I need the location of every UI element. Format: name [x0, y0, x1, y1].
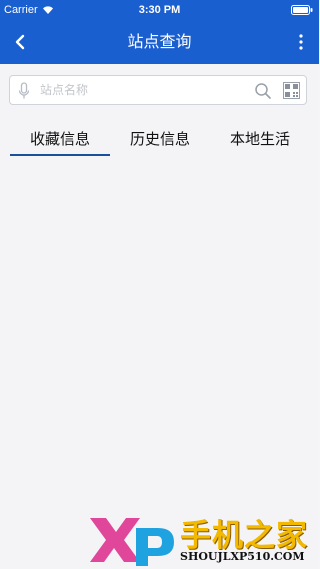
app-screen: Carrier 3:30 PM 站点查询 站点名称 收藏信息 历史信息 本地生活… [0, 0, 319, 569]
active-tab-indicator [10, 154, 110, 156]
tab-favorites[interactable]: 收藏信息 [10, 124, 110, 156]
search-icon[interactable] [254, 82, 272, 100]
status-bar: Carrier 3:30 PM [0, 0, 319, 20]
microphone-icon[interactable] [18, 82, 30, 100]
more-menu-button[interactable] [293, 30, 309, 54]
watermark: 手机之家 SHOUJLXP510.COM [88, 506, 319, 569]
search-box [9, 75, 307, 105]
tab-history[interactable]: 历史信息 [110, 124, 210, 156]
watermark-brand: 手机之家 [180, 518, 308, 554]
xp-logo-icon [90, 518, 174, 566]
battery-icon [291, 5, 313, 15]
tab-local-life[interactable]: 本地生活 [210, 124, 310, 156]
more-vertical-icon [299, 34, 303, 50]
back-button[interactable] [8, 30, 32, 54]
nav-bar: 站点查询 [0, 20, 319, 64]
search-input[interactable] [40, 79, 250, 101]
qr-code-icon[interactable] [283, 82, 300, 99]
page-title: 站点查询 [127, 32, 192, 51]
watermark-url: SHOUJLXP510.COM [180, 550, 305, 563]
back-arrow-icon [15, 34, 25, 50]
tab-bar: 收藏信息 历史信息 本地生活 [0, 124, 319, 156]
status-time: 3:30 PM [138, 4, 181, 16]
header-bar: Carrier 3:30 PM 站点查询 [0, 0, 319, 64]
